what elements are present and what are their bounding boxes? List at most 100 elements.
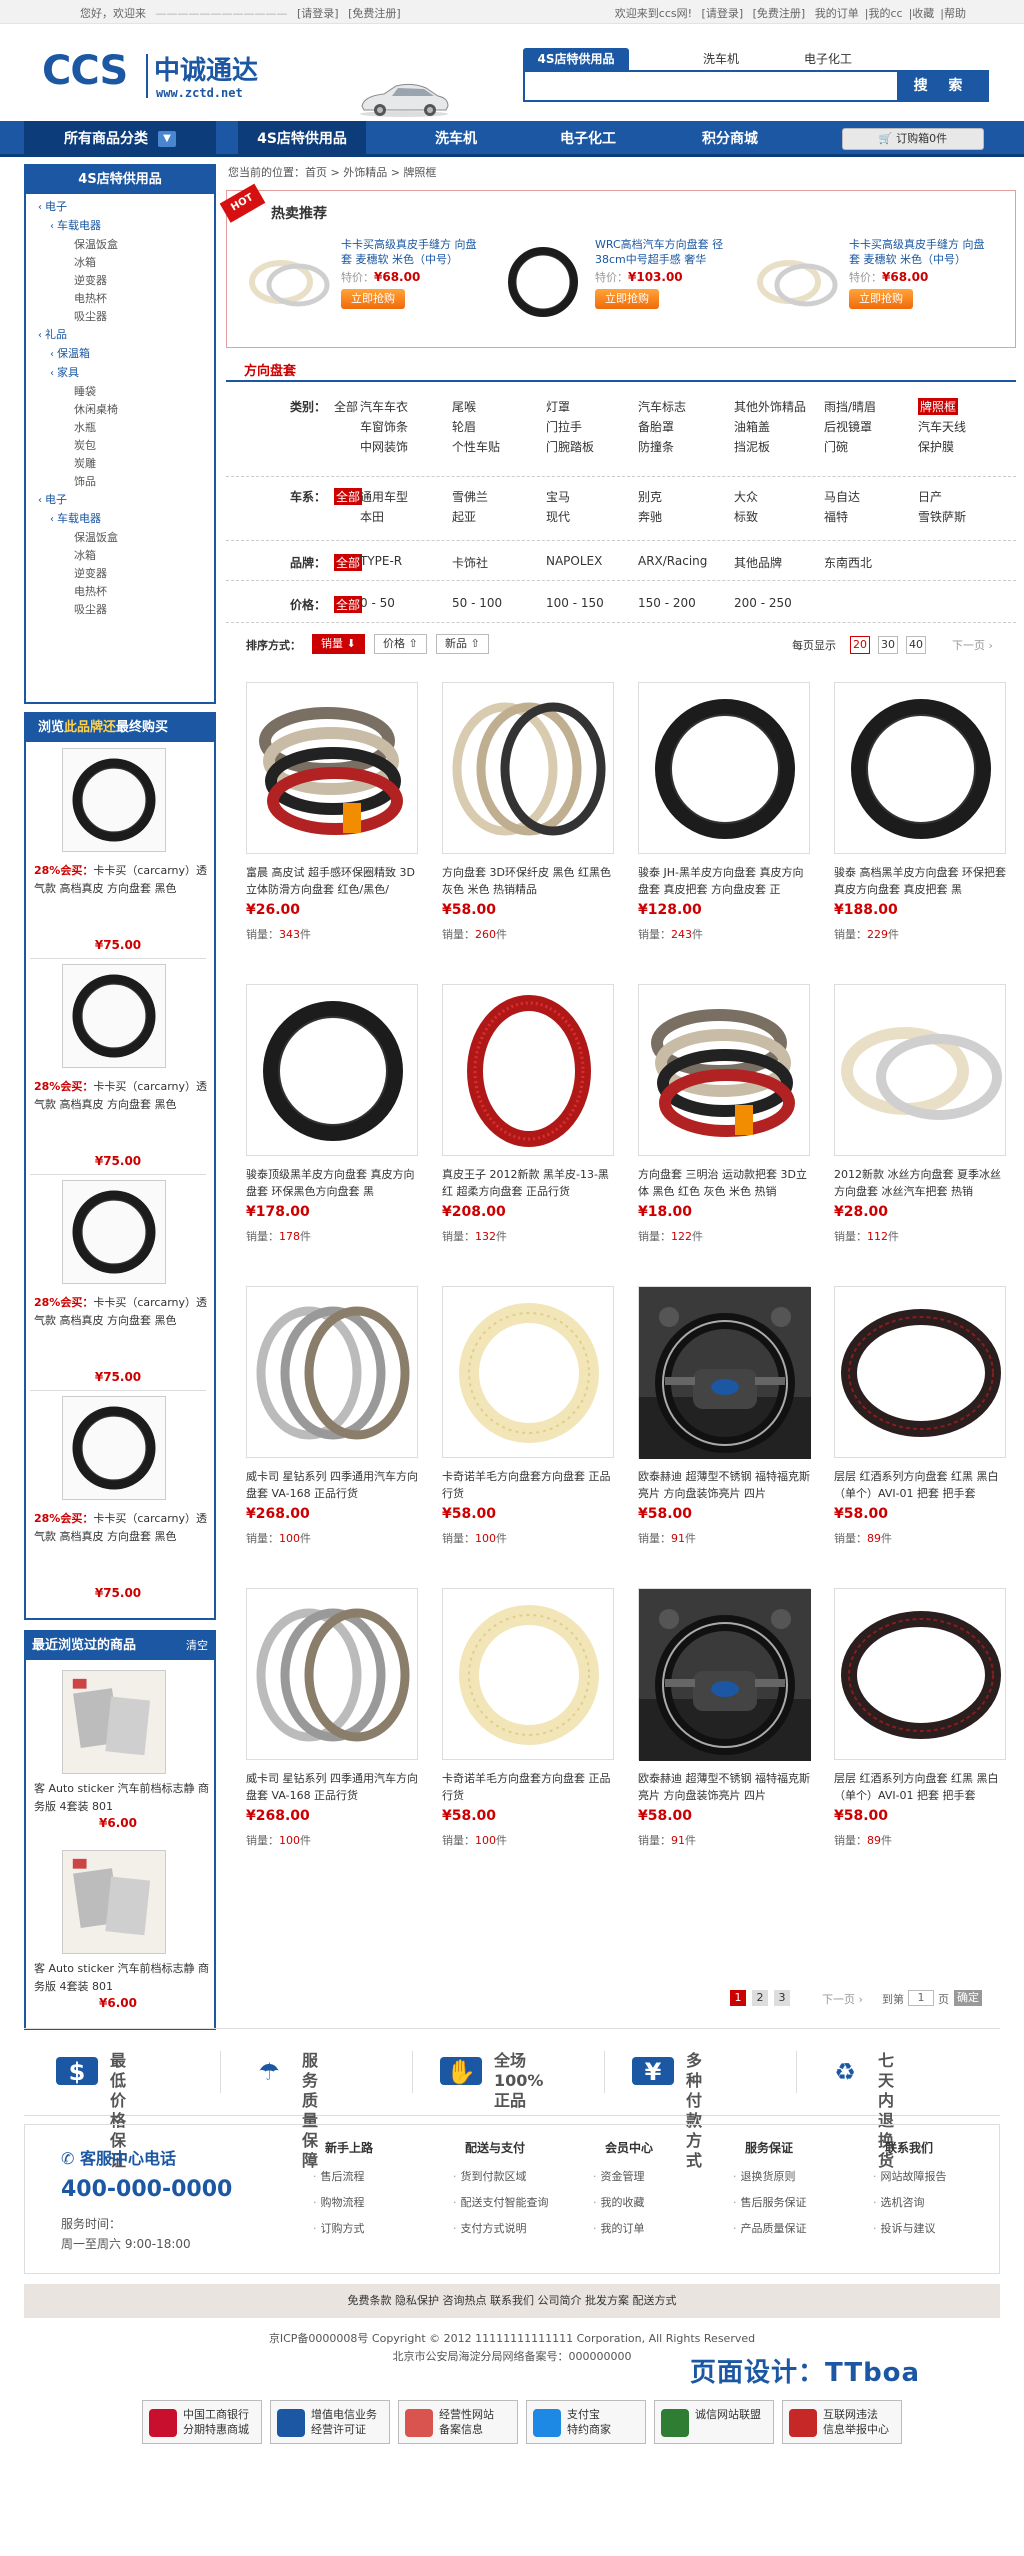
filter-all[interactable]: 全部 bbox=[334, 596, 363, 613]
filter-option[interactable]: 牌照框 bbox=[918, 398, 959, 415]
filter-option[interactable]: 其他品牌 bbox=[734, 554, 782, 571]
top-register-link[interactable]: [免费注册] bbox=[753, 7, 806, 20]
product-image[interactable] bbox=[834, 984, 1006, 1156]
footer-link[interactable]: 退换货原则 bbox=[729, 2164, 859, 2190]
filter-option[interactable]: 福特 bbox=[824, 508, 848, 525]
tree-item[interactable]: 吸尘器 bbox=[34, 601, 206, 619]
product-name[interactable]: 威卡司 星钻系列 四季通用汽车方向盘套 VA-168 正品行货 bbox=[246, 1468, 422, 1502]
tree-item[interactable]: ‹ 保温箱 bbox=[34, 345, 206, 364]
footer-link[interactable]: 产品质量保证 bbox=[729, 2216, 859, 2242]
filter-option[interactable]: 门腕踏板 bbox=[546, 438, 594, 455]
footer-link[interactable]: 选机咨询 bbox=[869, 2190, 999, 2216]
browse-product-name[interactable]: 28%会买：卡卡买（carcarny）透气款 高档真皮 方向盘套 黑色 bbox=[34, 1078, 210, 1114]
next-page-link[interactable]: 下一页 › bbox=[952, 637, 993, 653]
filter-option[interactable]: 门拉手 bbox=[546, 418, 582, 435]
filter-option[interactable]: NAPOLEX bbox=[546, 554, 602, 568]
product-name[interactable]: 卡奇诺羊毛方向盘套方向盘套 正品行货 bbox=[442, 1770, 618, 1804]
hot-item-name[interactable]: 卡卡买高级真皮手缝方 向盘套 麦穗软 米色（中号） bbox=[849, 237, 991, 267]
browse-product-name[interactable]: 28%会买：卡卡买（carcarny）透气款 高档真皮 方向盘套 黑色 bbox=[34, 1510, 210, 1546]
product-image[interactable] bbox=[834, 682, 1006, 854]
filter-option[interactable]: ARX/Racing bbox=[638, 554, 707, 568]
tree-item[interactable]: ‹ 车载电器 bbox=[34, 217, 206, 236]
browse-product-name[interactable]: 28%会买：卡卡买（carcarny）透气款 高档真皮 方向盘套 黑色 bbox=[34, 862, 210, 898]
product-name[interactable]: 2012新款 冰丝方向盘套 夏季冰丝方向盘套 冰丝汽车把套 热销 bbox=[834, 1166, 1010, 1200]
sort-by-sales[interactable]: 销量 ⬇ bbox=[312, 634, 365, 654]
filter-option[interactable]: 灯罩 bbox=[546, 398, 570, 415]
nav-item-washer[interactable]: 洗车机 bbox=[392, 121, 520, 157]
footer-link[interactable]: 资金管理 bbox=[589, 2164, 719, 2190]
tree-item[interactable]: ‹ 礼品 bbox=[34, 326, 206, 345]
search-tab-4s[interactable]: 4S店特供用品 bbox=[523, 48, 629, 70]
per-page-40[interactable]: 40 bbox=[906, 636, 926, 654]
product-image[interactable] bbox=[442, 682, 614, 854]
filter-option[interactable]: 日产 bbox=[918, 488, 942, 505]
filter-option[interactable]: 个性车贴 bbox=[452, 438, 500, 455]
product-name[interactable]: 方向盘套 3D环保纤皮 黑色 红黑色 灰色 米色 热销精品 bbox=[442, 864, 618, 898]
trust-badge[interactable]: 增值电信业务 经营许可证 bbox=[270, 2400, 390, 2444]
product-image[interactable] bbox=[442, 1286, 614, 1458]
filter-option[interactable]: 本田 bbox=[360, 508, 384, 525]
filter-option[interactable]: 150 - 200 bbox=[638, 596, 696, 610]
filter-option[interactable]: 100 - 150 bbox=[546, 596, 604, 610]
tree-item[interactable]: 吸尘器 bbox=[34, 308, 206, 326]
browse-product-image[interactable] bbox=[62, 1180, 166, 1284]
filter-option[interactable]: 汽车车衣 bbox=[360, 398, 408, 415]
search-input[interactable]: 搜 索 bbox=[523, 70, 989, 102]
filter-option[interactable]: 保护膜 bbox=[918, 438, 954, 455]
footer-link[interactable]: 订购方式 bbox=[309, 2216, 439, 2242]
footer-link[interactable]: 货到付款区域 bbox=[449, 2164, 579, 2190]
tree-item[interactable]: 炭包 bbox=[34, 437, 206, 455]
filter-option[interactable]: 车窗饰条 bbox=[360, 418, 408, 435]
tree-item[interactable]: 炭雕 bbox=[34, 455, 206, 473]
product-name[interactable]: 欧泰赫迪 超薄型不锈钢 福特福克斯亮片 方向盘装饰亮片 四片 bbox=[638, 1770, 814, 1804]
tree-item[interactable]: 水瓶 bbox=[34, 419, 206, 437]
tree-item[interactable]: 冰箱 bbox=[34, 254, 206, 272]
product-name[interactable]: 层层 红酒系列方向盘套 红黑 黑白（单个）AVI-01 把套 把手套 bbox=[834, 1770, 1010, 1804]
sort-by-new[interactable]: 新品 ⇧ bbox=[436, 634, 489, 654]
trust-badge[interactable]: 支付宝 特约商家 bbox=[526, 2400, 646, 2444]
my-orders-link[interactable]: 我的订单 bbox=[815, 7, 859, 20]
filter-option[interactable]: 大众 bbox=[734, 488, 758, 505]
tree-item[interactable]: 电热杯 bbox=[34, 290, 206, 308]
filter-option[interactable]: 防撞条 bbox=[638, 438, 674, 455]
goto-page-input[interactable]: 1 bbox=[908, 1990, 934, 2006]
product-image[interactable] bbox=[834, 1588, 1006, 1760]
filter-option[interactable]: 0 - 50 bbox=[360, 596, 395, 610]
tree-item[interactable]: ‹ 车载电器 bbox=[34, 510, 206, 529]
filter-option[interactable]: 50 - 100 bbox=[452, 596, 502, 610]
filter-option[interactable]: 中网装饰 bbox=[360, 438, 408, 455]
filter-option[interactable]: 宝马 bbox=[546, 488, 570, 505]
per-page-20[interactable]: 20 bbox=[850, 636, 870, 654]
footer-link[interactable]: 售后流程 bbox=[309, 2164, 439, 2190]
tree-item[interactable]: 饰品 bbox=[34, 473, 206, 491]
trust-badge[interactable]: 中国工商银行 分期特惠商城 bbox=[142, 2400, 262, 2444]
buy-now-button[interactable]: 立即抢购 bbox=[595, 289, 659, 309]
footer-link[interactable]: 投诉与建议 bbox=[869, 2216, 999, 2242]
site-logo[interactable]: CCS 中诚通达 www.zctd.net bbox=[42, 46, 292, 108]
page-2[interactable]: 2 bbox=[752, 1990, 768, 2006]
product-image[interactable] bbox=[442, 984, 614, 1156]
tree-item[interactable]: 逆变器 bbox=[34, 272, 206, 290]
hot-item-name[interactable]: WRC高档汽车方向盘套 径38cm中号超手感 奢华 bbox=[595, 237, 737, 267]
filter-option[interactable]: 其他外饰精品 bbox=[734, 398, 806, 415]
product-name[interactable]: 骏泰顶级黑羊皮方向盘套 真皮方向盘套 环保黑色方向盘套 黑 bbox=[246, 1166, 422, 1200]
filter-option[interactable]: 马自达 bbox=[824, 488, 860, 505]
filter-option[interactable]: 200 - 250 bbox=[734, 596, 792, 610]
filter-option[interactable]: 汽车标志 bbox=[638, 398, 686, 415]
product-name[interactable]: 富晨 高皮试 超手感环保圈精致 3D立体防滑方向盘套 红色/黑色/ bbox=[246, 864, 422, 898]
filter-option[interactable]: 标致 bbox=[734, 508, 758, 525]
my-cc-link[interactable]: 我的cc bbox=[868, 7, 902, 20]
filter-option[interactable]: 别克 bbox=[638, 488, 662, 505]
filter-option[interactable]: 通用车型 bbox=[360, 488, 408, 505]
filter-option[interactable]: 雨挡/晴眉 bbox=[824, 398, 876, 415]
filter-option[interactable]: 轮眉 bbox=[452, 418, 476, 435]
recent-product-image[interactable] bbox=[62, 1670, 166, 1774]
goto-confirm-button[interactable]: 确定 bbox=[954, 1990, 982, 2006]
nav-item-4s[interactable]: 4S店特供用品 bbox=[238, 121, 366, 157]
hot-item-image[interactable] bbox=[241, 239, 341, 325]
filter-all[interactable]: 全部 bbox=[334, 398, 358, 415]
search-tab-chemical[interactable]: 电子化工 bbox=[793, 48, 863, 70]
filter-option[interactable]: 雪铁萨斯 bbox=[918, 508, 966, 525]
cart-button[interactable]: 🛒 订购箱0件 bbox=[842, 128, 984, 150]
filter-option[interactable]: 挡泥板 bbox=[734, 438, 770, 455]
